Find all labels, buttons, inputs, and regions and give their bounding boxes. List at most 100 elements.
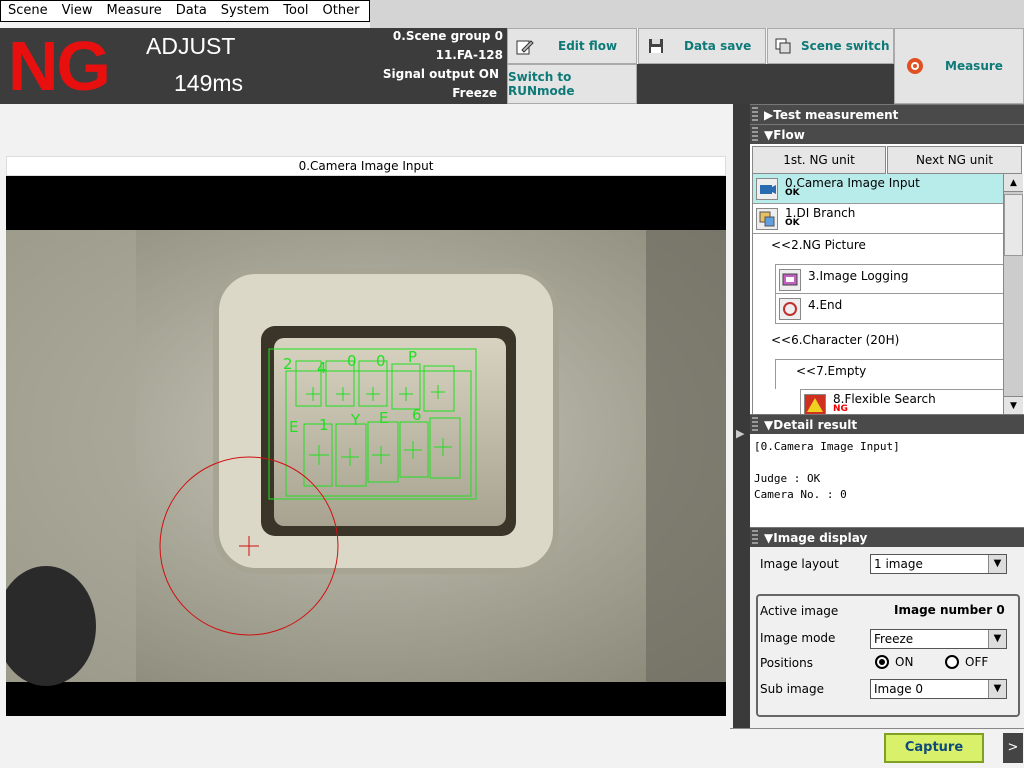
scene-switch-button[interactable]: Scene switch (767, 28, 894, 64)
detail-line: Judge : OK (754, 472, 821, 485)
positions-on-radio[interactable] (875, 655, 889, 669)
image-mode-value: Freeze (874, 632, 914, 646)
scroll-down-icon[interactable]: ▼ (1004, 396, 1023, 414)
flow-item-judge: NG (833, 404, 848, 414)
image-window-title: 0.Camera Image Input (6, 156, 726, 176)
chevron-down-icon: ▼ (988, 680, 1006, 698)
active-image-value: Image number 0 (894, 603, 1005, 617)
flow-item[interactable]: 0.Camera Image Input OK (753, 174, 1003, 204)
image-layout-select[interactable]: 1 image ▼ (870, 554, 1007, 574)
ocr-char: 6 (412, 406, 422, 424)
scene-group: 0.Scene group 0 (392, 29, 503, 43)
detail-result-header[interactable]: ▼Detail result (750, 414, 1024, 434)
flow-item-judge: OK (785, 218, 800, 228)
flow-item[interactable]: 8.Flexible Search NG (800, 389, 1003, 414)
detail-line: [0.Camera Image Input] (754, 440, 900, 453)
flow-item-label: 4.End (808, 298, 843, 312)
ocr-char: 4 (317, 359, 327, 377)
menu-view[interactable]: View (55, 1, 100, 21)
flow-header[interactable]: ▼Flow (750, 124, 1024, 144)
menu-bar-filler (370, 0, 1024, 28)
menu-system[interactable]: System (214, 1, 276, 21)
ocr-char: 0 (376, 352, 386, 370)
flexible-search-icon (804, 394, 826, 414)
flow-item[interactable]: <<6.Character (20H) (753, 329, 1003, 359)
positions-off-label: OFF (965, 655, 989, 669)
positions-on-label: ON (895, 655, 914, 669)
sub-image-select[interactable]: Image 0 ▼ (870, 679, 1007, 699)
switch-run-mode-button[interactable]: Switch to RUNmode (507, 64, 637, 104)
ocr-char: E (289, 418, 298, 436)
ocr-char: E (379, 409, 388, 427)
chevron-down-icon: ▼ (988, 630, 1006, 648)
scroll-thumb[interactable] (1004, 194, 1023, 256)
run-mode: ADJUST (146, 33, 236, 59)
floppy-disk-icon (649, 39, 663, 53)
data-save-button[interactable]: Data save (638, 28, 766, 64)
measure-label: Measure (945, 59, 1003, 73)
ocr-char: 1 (319, 416, 329, 434)
flow-item[interactable]: 4.End (775, 294, 1003, 324)
flow-title: ▼Flow (764, 128, 805, 142)
detail-line: Camera No. : 0 (754, 488, 847, 501)
edit-flow-button[interactable]: Edit flow (507, 28, 637, 64)
edit-flow-icon (516, 40, 534, 55)
flow-item[interactable]: 1.DI Branch OK (753, 204, 1003, 234)
pane-divider[interactable]: ▶ (733, 104, 750, 768)
active-image-label: Active image (760, 604, 839, 618)
menu-tool[interactable]: Tool (276, 1, 315, 21)
first-ng-unit-button[interactable]: 1st. NG unit (752, 146, 886, 174)
camera-image-canvas: 2 4 0 0 P E 1 Y E 6 (6, 230, 726, 686)
processing-time: 149ms (174, 70, 244, 96)
image-display-title: ▼Image display (764, 531, 868, 545)
branch-icon (756, 208, 778, 230)
ocr-char: P (408, 348, 417, 366)
menu-scene[interactable]: Scene (1, 1, 55, 21)
data-save-label: Data save (684, 39, 752, 53)
next-ng-unit-button[interactable]: Next NG unit (887, 146, 1022, 174)
ocr-char: Y (350, 411, 361, 429)
image-display-header[interactable]: ▼Image display (750, 527, 1024, 547)
sub-image-value: Image 0 (874, 682, 924, 696)
flow-item-label: 3.Image Logging (808, 269, 909, 283)
end-icon (779, 298, 801, 320)
test-measurement-title: ▶Test measurement (764, 108, 899, 122)
measure-button[interactable]: Measure (894, 28, 1024, 104)
flow-item-judge: OK (785, 188, 800, 198)
menu-other[interactable]: Other (316, 1, 367, 21)
flow-item-label: <<7.Empty (796, 364, 867, 378)
image-logging-icon (779, 269, 801, 291)
camera-image[interactable]: 2 4 0 0 P E 1 Y E 6 (6, 176, 726, 716)
capture-button[interactable]: Capture (884, 733, 984, 763)
image-mode-select[interactable]: Freeze ▼ (870, 629, 1007, 649)
detail-result-title: ▼Detail result (764, 418, 858, 432)
positions-off-radio[interactable] (945, 655, 959, 669)
scene-switch-label: Scene switch (801, 39, 890, 53)
collapse-arrow-icon[interactable]: ▶ (736, 427, 744, 440)
menu-measure[interactable]: Measure (100, 1, 169, 21)
flow-item-label: 0.Camera Image Input (785, 176, 920, 190)
image-layout-value: 1 image (874, 557, 923, 571)
scroll-up-icon[interactable]: ▲ (1004, 174, 1023, 192)
chevron-down-icon: ▼ (988, 555, 1006, 573)
toolbar-filler (637, 64, 894, 104)
flow-scrollbar[interactable]: ▲ ▼ (1003, 174, 1023, 414)
expand-button[interactable]: > (1003, 733, 1023, 763)
flow-item[interactable]: <<7.Empty (775, 359, 1003, 389)
flow-item[interactable]: 3.Image Logging (775, 264, 1003, 294)
scene-switch-icon (775, 38, 791, 54)
scene-name: 11.FA-128 (435, 48, 503, 62)
flow-item-label: <<2.NG Picture (771, 238, 866, 252)
test-measurement-header[interactable]: ▶Test measurement (750, 104, 1024, 124)
right-groove (646, 230, 726, 682)
switch-run-mode-label: Switch to RUNmode (508, 70, 575, 98)
image-mode-label: Image mode (760, 631, 836, 645)
flow-item-label: <<6.Character (20H) (771, 333, 900, 347)
flow-item[interactable]: <<2.NG Picture (753, 234, 1003, 264)
measure-icon (907, 58, 923, 74)
image-layout-label: Image layout (760, 557, 839, 571)
positions-label: Positions (760, 656, 813, 670)
ocr-char: 2 (283, 355, 293, 373)
menu-data[interactable]: Data (169, 1, 214, 21)
sub-image-label: Sub image (760, 682, 825, 696)
